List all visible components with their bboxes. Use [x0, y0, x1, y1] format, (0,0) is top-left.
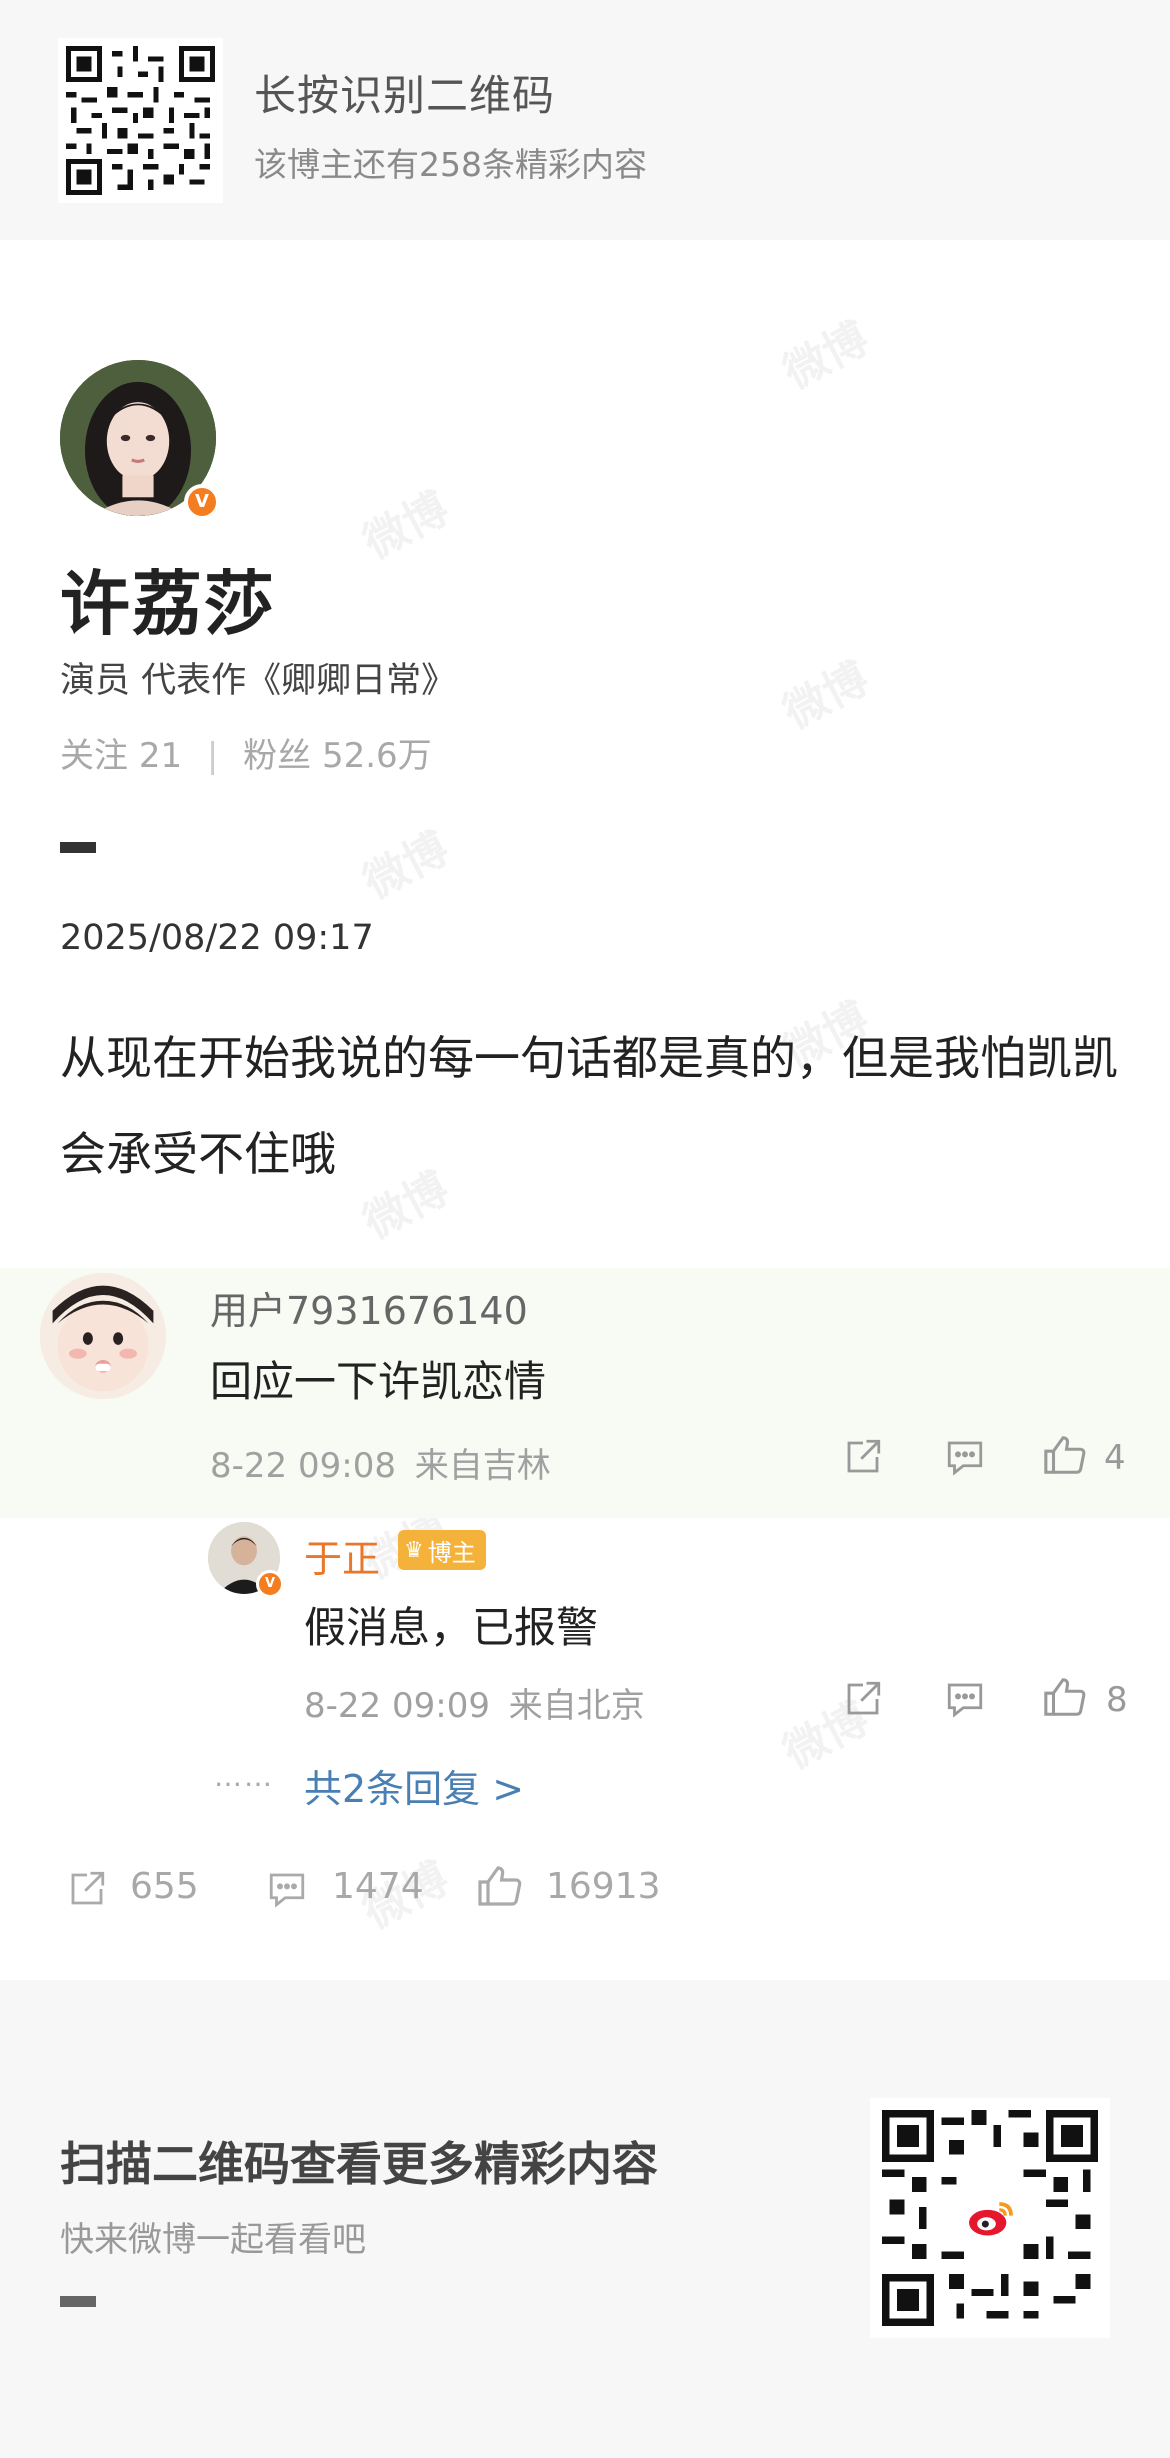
comment-item [0, 1268, 1170, 1518]
reply-username[interactable]: 于正 [304, 1528, 380, 1583]
share-icon[interactable] [842, 1436, 884, 1478]
like-icon[interactable] [476, 1862, 524, 1910]
verified-icon: V [184, 484, 220, 520]
comment-username[interactable]: 用户7931676140 [210, 1280, 528, 1335]
profile-bio: 演员 代表作《卿卿日常》 [60, 661, 457, 701]
crown-icon: ♛ [404, 1537, 424, 1563]
reply-text: 假消息，已报警 [304, 1603, 599, 1652]
comment-icon[interactable] [944, 1436, 986, 1478]
comment-like-count: 4 [1104, 1438, 1126, 1478]
reply-time: 8-22 09:09 [304, 1686, 490, 1726]
weibo-logo-icon [962, 2190, 1018, 2246]
fans-label[interactable]: 粉丝 [243, 736, 311, 776]
profile-name[interactable]: 许荔莎 [60, 548, 276, 649]
like-icon[interactable] [1042, 1674, 1088, 1720]
more-replies-link[interactable]: 共2条回复 > [304, 1758, 524, 1813]
bottom-banner-title: 扫描二维码查看更多精彩内容 [60, 2137, 658, 2191]
fans-count[interactable]: 52.6万 [322, 736, 432, 776]
share-icon[interactable] [842, 1678, 884, 1720]
verified-icon: V [256, 1570, 284, 1598]
comment-text: 回应一下许凯恋情 [210, 1357, 547, 1406]
top-banner-title: 长按识别二维码 [254, 71, 556, 120]
author-badge: ♛ 博主 [398, 1530, 486, 1570]
author-badge-label: 博主 [427, 1538, 476, 1567]
comment-meta: 8-22 09:08 来自吉林 [210, 1438, 551, 1487]
comment-location: 来自吉林 [414, 1446, 551, 1486]
watermark: 微博 [355, 482, 457, 570]
bottom-banner-subtitle: 快来微博一起看看吧 [60, 2220, 366, 2260]
following-count[interactable]: 21 [139, 736, 182, 776]
watermark: 微博 [775, 312, 877, 400]
profile-avatar[interactable]: V [60, 360, 220, 520]
watermark: 微博 [355, 822, 457, 910]
comment-avatar[interactable] [40, 1273, 166, 1399]
like-icon[interactable] [1042, 1432, 1088, 1478]
comment-icon[interactable] [266, 1868, 308, 1910]
comment-time: 8-22 09:08 [210, 1446, 396, 1486]
more-replies-dots: …… [214, 1760, 274, 1793]
divider: | [206, 736, 219, 776]
comment-icon[interactable] [944, 1678, 986, 1720]
top-banner-subtitle: 该博主还有258条精彩内容 [254, 145, 647, 184]
post-comment-count[interactable]: 1474 [332, 1866, 424, 1907]
section-dash [60, 2296, 96, 2307]
following-label[interactable]: 关注 [60, 736, 128, 776]
follow-stats: 关注 21 | 粉丝 52.6万 [60, 728, 432, 777]
repost-count[interactable]: 655 [130, 1866, 199, 1907]
reply-like-count: 8 [1106, 1680, 1128, 1720]
section-dash [60, 842, 96, 853]
reply-location: 来自北京 [508, 1686, 645, 1726]
reply-meta: 8-22 09:09 来自北京 [304, 1678, 645, 1727]
post-text: 从现在开始我说的每一句话都是真的，但是我怕凯凯会承受不住哦 [60, 1031, 1118, 1181]
watermark: 微博 [775, 652, 877, 740]
post-date: 2025/08/22 09:17 [60, 918, 374, 958]
share-icon[interactable] [66, 1868, 108, 1910]
post-like-count[interactable]: 16913 [546, 1866, 661, 1907]
top-qr-code[interactable] [58, 38, 223, 203]
